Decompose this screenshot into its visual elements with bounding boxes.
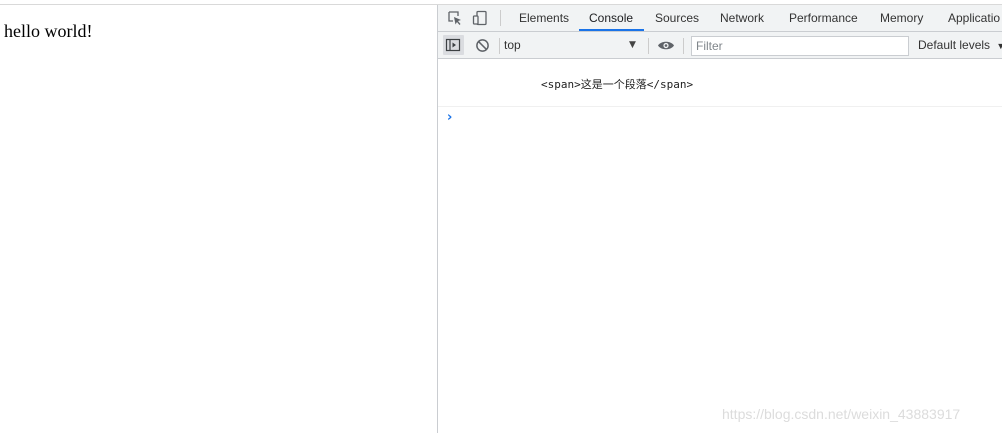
console-prompt[interactable]: › <box>438 108 1002 130</box>
chevron-down-icon: ▼ <box>996 41 1002 51</box>
devtools-panel: Elements Console Sources Network Perform… <box>438 5 1002 433</box>
console-output: <span>这是一个段落</span> › <box>438 59 1002 433</box>
console-sidebar-icon <box>445 38 461 52</box>
js-context-selector[interactable]: top <box>504 32 644 59</box>
page-body-text: hello world! <box>4 21 93 41</box>
tab-network[interactable]: Network <box>720 5 764 32</box>
live-expression-eye-icon[interactable] <box>657 39 675 52</box>
device-toolbar-icon[interactable] <box>472 10 488 26</box>
inspect-element-icon[interactable] <box>447 10 463 26</box>
prompt-chevron-icon: › <box>447 110 453 125</box>
toolbar-separator <box>648 38 649 54</box>
log-levels-label: Default levels <box>918 38 991 52</box>
console-input[interactable] <box>460 108 990 130</box>
active-tab-indicator <box>579 29 644 31</box>
page-viewport: hello world! <box>0 5 437 433</box>
log-levels-dropdown[interactable]: Default levels ▼ <box>918 32 1002 59</box>
console-toolbar: top ▼ Default levels ▼ <box>438 32 1002 59</box>
chevron-down-icon: ▼ <box>629 40 636 50</box>
tabbar-separator <box>500 10 501 26</box>
console-message: <span>这是一个段落</span> <box>438 59 1002 107</box>
browser-window: hello world! Elements Console Sources Ne… <box>0 0 1002 433</box>
toolbar-separator <box>499 38 500 54</box>
toolbar-separator <box>683 38 684 54</box>
tab-console[interactable]: Console <box>589 5 633 32</box>
watermark: https://blog.csdn.net/weixin_43883917 <box>722 406 961 422</box>
js-context-value: top <box>504 38 521 52</box>
tab-memory[interactable]: Memory <box>880 5 923 32</box>
clear-console-icon[interactable] <box>475 38 490 53</box>
tab-application[interactable]: Applicatio <box>948 5 1000 32</box>
tab-sources[interactable]: Sources <box>655 5 699 32</box>
console-message-text: <span>这是一个段落</span> <box>541 78 694 91</box>
console-sidebar-toggle[interactable] <box>443 35 464 55</box>
devtools-tabbar: Elements Console Sources Network Perform… <box>438 5 1002 32</box>
console-filter-input[interactable] <box>691 36 909 56</box>
tab-performance[interactable]: Performance <box>789 5 858 32</box>
tab-elements[interactable]: Elements <box>519 5 569 32</box>
